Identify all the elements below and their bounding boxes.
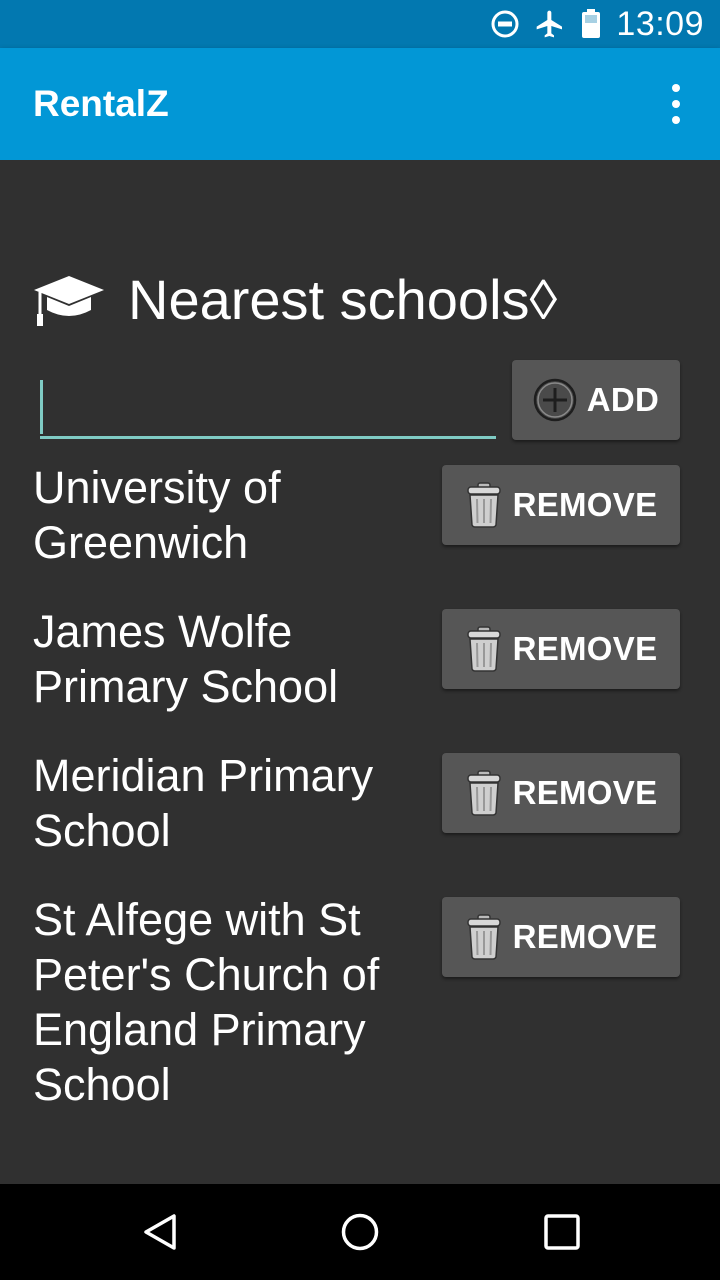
add-button-label: ADD (586, 381, 660, 418)
school-input-field[interactable] (40, 370, 496, 436)
remove-button[interactable]: REMOVE (442, 465, 680, 545)
school-name: James Wolfe Primary School (33, 606, 339, 712)
trash-icon (465, 481, 503, 529)
school-input[interactable] (40, 370, 496, 439)
school-name: Meridian Primary School (33, 750, 374, 856)
remove-button-label: REMOVE (512, 486, 658, 523)
section-title: Nearest schools◊ (128, 268, 558, 331)
status-icons: 13:09 (490, 0, 704, 48)
remove-button[interactable]: REMOVE (442, 897, 680, 977)
airplane-mode-icon (534, 8, 566, 40)
home-icon[interactable] (340, 1212, 380, 1252)
trash-icon (465, 625, 503, 673)
back-icon[interactable] (140, 1212, 180, 1252)
section-header: Nearest schools◊ (32, 270, 557, 330)
school-name: University of Greenwich (33, 462, 281, 568)
recents-icon[interactable] (542, 1212, 582, 1252)
graduation-cap-icon (32, 272, 106, 328)
remove-button[interactable]: REMOVE (442, 609, 680, 689)
trash-icon (465, 913, 503, 961)
navigation-bar (0, 1184, 720, 1280)
trash-icon (465, 769, 503, 817)
overflow-menu-icon[interactable] (658, 84, 694, 124)
plus-circle-icon (533, 378, 577, 422)
app-title: RentalZ (33, 83, 169, 124)
status-bar: 13:09 (0, 0, 720, 48)
add-button[interactable]: ADD (512, 360, 680, 440)
status-time: 13:09 (616, 5, 704, 43)
battery-icon (580, 8, 602, 40)
do-not-disturb-icon (490, 9, 520, 39)
remove-button-label: REMOVE (512, 774, 658, 811)
app-bar: RentalZ (0, 48, 720, 160)
school-name: St Alfege with St Peter's Church of Engl… (33, 894, 380, 1110)
main-content: Nearest schools◊ ADD University of Green… (0, 160, 720, 1184)
remove-button-label: REMOVE (512, 918, 658, 955)
remove-button-label: REMOVE (512, 630, 658, 667)
remove-button[interactable]: REMOVE (442, 753, 680, 833)
